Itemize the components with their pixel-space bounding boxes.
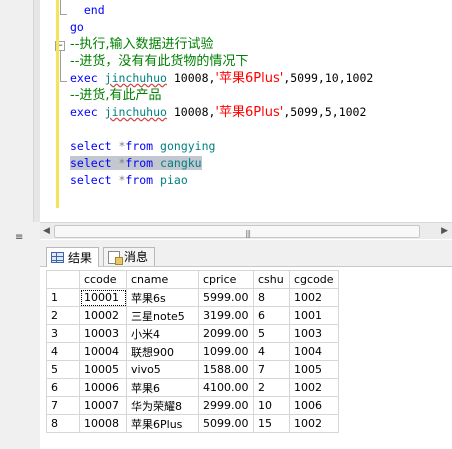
grid-cell[interactable]: 2099.00 [198, 324, 254, 343]
grid-cell[interactable]: 1005 [289, 360, 339, 379]
sql-editor[interactable]: − end go --执行,输入数据进行试验 --进货，没有有此货物的情况下 exec … [40, 0, 452, 222]
grid-cell[interactable]: 10008 [79, 414, 127, 433]
grid-cell[interactable]: 10007 [79, 396, 127, 415]
grid-cell[interactable]: 1002 [289, 378, 339, 397]
code-line-comment-no-product: --进货，没有有此货物的情况下 [70, 54, 249, 69]
grid-cell[interactable]: 6 [253, 306, 290, 325]
scroll-right-icon[interactable]: ▶ [441, 226, 448, 236]
grid-cell[interactable]: 5999.00 [198, 288, 254, 307]
grid-cell[interactable]: 1001 [289, 306, 339, 325]
scrollbar-thumb[interactable]: ||| [54, 225, 420, 238]
table-row[interactable]: 7 10007 华为荣耀8 2999.00 10 1006 [46, 396, 339, 415]
fold-guide-end [60, 14, 67, 15]
grid-cell[interactable]: 联想900 [126, 342, 199, 361]
grid-cell[interactable]: 1002 [289, 288, 339, 307]
code-line-end: end [83, 3, 105, 17]
tab-results[interactable]: 结果 [46, 247, 100, 267]
grid-cell[interactable]: 1004 [289, 342, 339, 361]
scroll-left-icon[interactable]: ◀ [43, 226, 50, 236]
grid-header-row: ccode cname cprice cshu cgcode [46, 270, 339, 289]
column-header[interactable]: cshu [253, 270, 290, 289]
code-line-exec-2: exec jinchuhuo 10008,'苹果6Plus',5099,5,10… [70, 105, 367, 120]
row-number[interactable]: 5 [46, 360, 80, 379]
column-header[interactable]: cprice [198, 270, 254, 289]
grid-cell[interactable]: 华为荣耀8 [126, 396, 199, 415]
grid-cell[interactable]: 苹果6Plus [126, 414, 199, 433]
results-panel: 结果 消息 ccode cname cprice cshu cgcode 1 10… [40, 240, 452, 449]
change-tracking-bar [56, 0, 59, 208]
grid-cell[interactable]: 5 [253, 324, 290, 343]
code-line-go: go [70, 20, 84, 34]
table-row[interactable]: 8 10008 苹果6Plus 5099.00 15 1002 [46, 414, 339, 433]
code-line-select-piao: select *from piao [70, 173, 188, 187]
row-number[interactable]: 3 [46, 324, 80, 343]
grid-cell[interactable]: 2999.00 [198, 396, 254, 415]
grid-cell[interactable]: 10001 [79, 288, 127, 307]
grid-corner[interactable] [46, 270, 80, 289]
tab-messages-label: 消息 [124, 250, 149, 264]
grid-cell[interactable]: 10 [253, 396, 290, 415]
horizontal-scrollbar[interactable]: ◀ ||| ▶ [40, 222, 452, 239]
grid-cell[interactable]: 8 [253, 288, 290, 307]
grid-cell[interactable]: 4100.00 [198, 378, 254, 397]
row-number[interactable]: 7 [46, 396, 80, 415]
tab-results-label: 结果 [68, 250, 93, 265]
thumb-grip-icon: ||| [245, 229, 251, 238]
message-icon [108, 250, 123, 265]
table-row[interactable]: 3 10003 小米4 2099.00 5 1003 [46, 324, 339, 343]
code-line-select-gongying: select *from gongying [70, 139, 216, 153]
grid-cell[interactable]: 1006 [289, 396, 339, 415]
grid-cell[interactable]: 7 [253, 360, 290, 379]
table-row[interactable]: 2 10002 三星note5 3199.00 6 1001 [46, 306, 339, 325]
grid-cell[interactable]: 小米4 [126, 324, 199, 343]
grid-cell[interactable]: 4 [253, 342, 290, 361]
code-line-select-cangku: select *from cangku [70, 156, 202, 170]
grid-cell[interactable]: 1002 [289, 414, 339, 433]
tab-messages[interactable]: 消息 [103, 247, 156, 266]
row-number[interactable]: 2 [46, 306, 80, 325]
code-line-comment-execute: --执行,输入数据进行试验 [70, 37, 214, 52]
grid-cell[interactable]: 10003 [79, 324, 127, 343]
grid-cell[interactable]: 1099.00 [198, 342, 254, 361]
row-number[interactable]: 8 [46, 414, 80, 433]
grid-cell[interactable]: 1588.00 [198, 360, 254, 379]
margin-strip: ≡ [0, 0, 41, 449]
table-row[interactable]: 1 10001 苹果6s 5999.00 8 1002 [46, 288, 339, 307]
results-tabbar: 结果 消息 [40, 240, 452, 267]
grid-cell[interactable]: 3199.00 [198, 306, 254, 325]
column-header[interactable]: cgcode [289, 270, 339, 289]
code-line-comment-has-product: --进货,有此产品 [70, 88, 162, 103]
row-number[interactable]: 6 [46, 378, 80, 397]
fold-guide-end [60, 81, 67, 82]
fold-guide [60, 0, 61, 14]
row-number[interactable]: 1 [46, 288, 80, 307]
grid-cell[interactable]: 5099.00 [198, 414, 254, 433]
code-text[interactable]: end go --执行,输入数据进行试验 --进货，没有有此货物的情况下 exec ji… [70, 2, 373, 189]
table-row[interactable]: 4 10004 联想900 1099.00 4 1004 [46, 342, 339, 361]
grid-cell[interactable]: 10004 [79, 342, 127, 361]
grid-cell[interactable]: 2 [253, 378, 290, 397]
column-header[interactable]: cname [126, 270, 199, 289]
splitter-grip-icon[interactable]: ≡ [15, 232, 23, 243]
grid-cell[interactable]: 1003 [289, 324, 339, 343]
row-number[interactable]: 4 [46, 342, 80, 361]
table-row[interactable]: 5 10005 vivo5 1588.00 7 1005 [46, 360, 339, 379]
column-header[interactable]: ccode [79, 270, 127, 289]
grid-cell[interactable]: 10002 [79, 306, 127, 325]
grid-icon [51, 252, 64, 263]
grid-cell[interactable]: 10005 [79, 360, 127, 379]
grid-cell[interactable]: 苹果6s [126, 288, 199, 307]
grid-cell[interactable]: 苹果6 [126, 378, 199, 397]
grid-cell[interactable]: 三星note5 [126, 306, 199, 325]
results-grid[interactable]: ccode cname cprice cshu cgcode 1 10001 苹果6… [46, 270, 339, 433]
table-row[interactable]: 6 10006 苹果6 4100.00 2 1002 [46, 378, 339, 397]
grid-cell[interactable]: 10006 [79, 378, 127, 397]
grid-cell[interactable]: 15 [253, 414, 290, 433]
code-line-exec-1: exec jinchuhuo 10008,'苹果6Plus',5099,10,1… [70, 71, 374, 86]
fold-guide [60, 51, 61, 81]
grid-cell[interactable]: vivo5 [126, 360, 199, 379]
